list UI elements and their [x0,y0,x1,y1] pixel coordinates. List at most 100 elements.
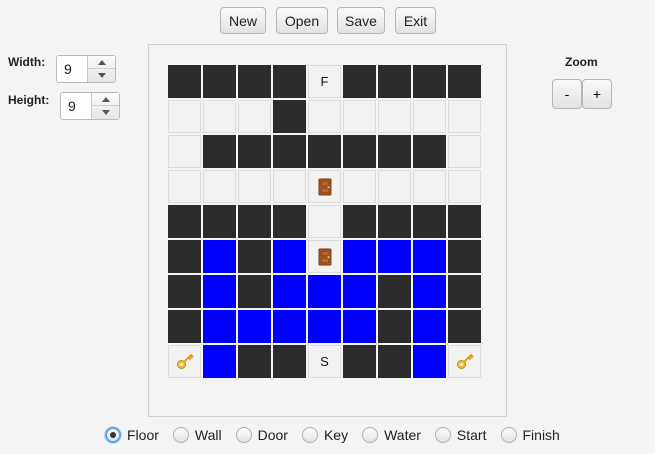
floor-tile[interactable] [168,100,201,133]
water-tile[interactable] [413,310,446,343]
water-tile[interactable] [273,275,306,308]
wall-tile[interactable] [203,65,236,98]
radio-button-icon[interactable] [362,427,379,443]
radio-start[interactable]: Start [434,427,487,443]
water-tile[interactable] [308,310,341,343]
width-spinner-arrows[interactable] [87,56,115,82]
zoom-out-button[interactable]: - [552,79,582,109]
water-tile[interactable] [343,275,376,308]
water-tile[interactable] [378,240,411,273]
wall-tile[interactable] [238,135,271,168]
key-tile[interactable] [448,345,481,378]
floor-tile[interactable] [413,170,446,203]
floor-tile[interactable] [378,170,411,203]
floor-tile[interactable] [378,100,411,133]
start-tile[interactable]: S [308,345,341,378]
wall-tile[interactable] [378,205,411,238]
wall-tile[interactable] [413,135,446,168]
height-spinner-arrows[interactable] [91,93,119,119]
water-tile[interactable] [273,310,306,343]
water-tile[interactable] [308,275,341,308]
door-tile[interactable] [308,240,341,273]
height-input[interactable] [61,93,91,119]
wall-tile[interactable] [343,135,376,168]
width-input[interactable] [57,56,87,82]
water-tile[interactable] [203,310,236,343]
save-button[interactable]: Save [337,7,385,34]
floor-tile[interactable] [343,100,376,133]
floor-tile[interactable] [448,170,481,203]
wall-tile[interactable] [273,345,306,378]
door-tile[interactable] [308,170,341,203]
radio-button-icon[interactable] [172,427,189,443]
wall-tile[interactable] [308,135,341,168]
decrement-arrow-icon[interactable] [92,106,119,119]
floor-tile[interactable] [273,170,306,203]
wall-tile[interactable] [238,345,271,378]
new-button[interactable]: New [220,7,266,34]
floor-tile[interactable] [168,135,201,168]
radio-button-icon[interactable] [500,427,517,443]
wall-tile[interactable] [238,205,271,238]
floor-tile[interactable] [448,135,481,168]
wall-tile[interactable] [378,275,411,308]
wall-tile[interactable] [273,65,306,98]
increment-arrow-icon[interactable] [92,93,119,106]
wall-tile[interactable] [238,275,271,308]
water-tile[interactable] [203,240,236,273]
floor-tile[interactable] [238,100,271,133]
zoom-in-button[interactable]: + [582,79,612,109]
radio-button-icon[interactable] [105,427,121,443]
floor-tile[interactable] [343,170,376,203]
floor-tile[interactable] [203,170,236,203]
radio-floor[interactable]: Floor [105,427,159,443]
open-button[interactable]: Open [276,7,328,34]
radio-button-icon[interactable] [235,427,252,443]
exit-button[interactable]: Exit [395,7,436,34]
wall-tile[interactable] [273,135,306,168]
wall-tile[interactable] [448,310,481,343]
floor-tile[interactable] [308,205,341,238]
width-spinner[interactable] [56,55,116,83]
key-tile[interactable] [168,345,201,378]
radio-button-icon[interactable] [301,427,318,443]
water-tile[interactable] [413,345,446,378]
water-tile[interactable] [203,345,236,378]
wall-tile[interactable] [413,65,446,98]
radio-button-icon[interactable] [434,427,451,443]
floor-tile[interactable] [308,100,341,133]
radio-water[interactable]: Water [362,427,421,443]
floor-tile[interactable] [168,170,201,203]
wall-tile[interactable] [448,65,481,98]
wall-tile[interactable] [343,205,376,238]
wall-tile[interactable] [168,240,201,273]
increment-arrow-icon[interactable] [88,56,115,69]
floor-tile[interactable] [448,100,481,133]
wall-tile[interactable] [448,205,481,238]
height-spinner[interactable] [60,92,120,120]
radio-finish[interactable]: Finish [500,427,560,443]
wall-tile[interactable] [203,205,236,238]
water-tile[interactable] [343,240,376,273]
radio-wall[interactable]: Wall [172,427,222,443]
wall-tile[interactable] [448,240,481,273]
wall-tile[interactable] [238,240,271,273]
water-tile[interactable] [238,310,271,343]
decrement-arrow-icon[interactable] [88,69,115,82]
water-tile[interactable] [203,275,236,308]
wall-tile[interactable] [203,135,236,168]
wall-tile[interactable] [168,310,201,343]
wall-tile[interactable] [273,100,306,133]
water-tile[interactable] [413,275,446,308]
floor-tile[interactable] [203,100,236,133]
wall-tile[interactable] [343,345,376,378]
wall-tile[interactable] [168,275,201,308]
wall-tile[interactable] [168,65,201,98]
water-tile[interactable] [273,240,306,273]
wall-tile[interactable] [448,275,481,308]
floor-tile[interactable] [238,170,271,203]
wall-tile[interactable] [168,205,201,238]
radio-key[interactable]: Key [301,427,348,443]
wall-tile[interactable] [413,205,446,238]
wall-tile[interactable] [378,135,411,168]
